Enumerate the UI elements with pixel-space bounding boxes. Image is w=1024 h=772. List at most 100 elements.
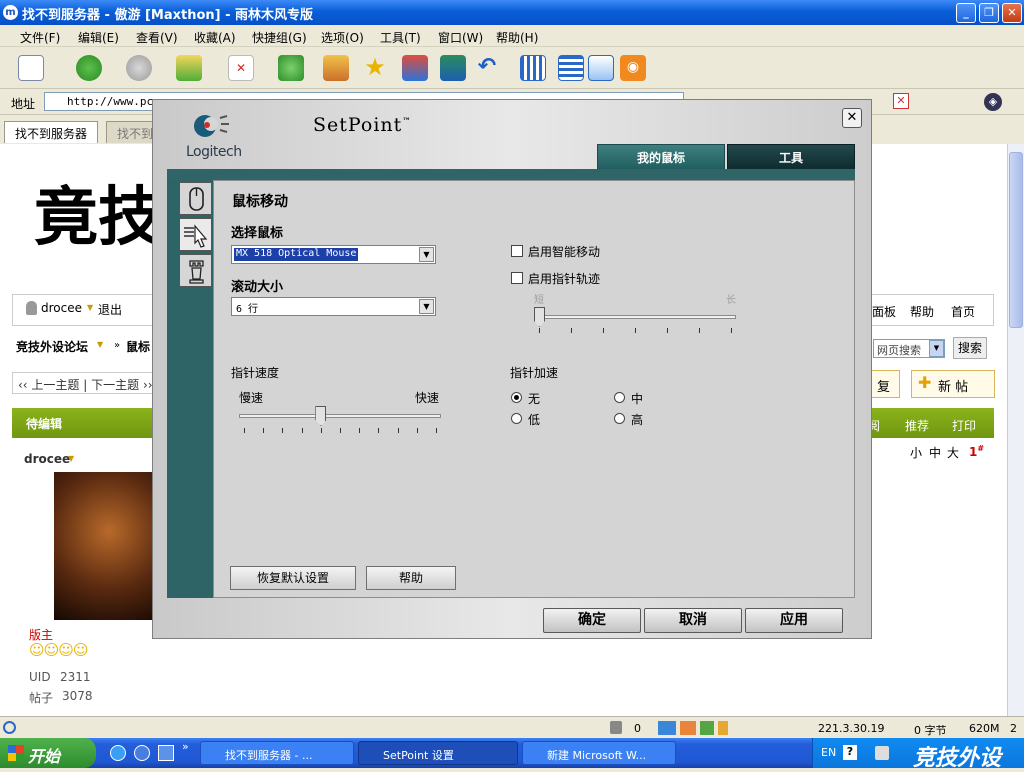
chevron-down-icon[interactable]: ▼ [929, 340, 944, 357]
task-word[interactable]: 新建 Microsoft W... [522, 741, 676, 765]
trash-icon[interactable] [610, 721, 622, 734]
pointer-movement-icon[interactable] [179, 218, 212, 251]
menu-edit[interactable]: 编辑(E) [78, 29, 119, 46]
ie-quicklaunch-icon[interactable] [110, 745, 126, 761]
list-view-icon[interactable] [558, 55, 584, 81]
scrollbar-thumb[interactable] [1009, 152, 1023, 328]
menu-tools[interactable]: 工具(T) [380, 29, 421, 46]
cancel-button[interactable]: 取消 [644, 608, 742, 633]
window-title: 找不到服务器 - 傲游 [Maxthon] - 雨林木风专版 [22, 8, 314, 23]
menu-window[interactable]: 窗口(W) [438, 29, 483, 46]
select-mouse-value: MX 518 Optical Mouse [234, 248, 359, 261]
panel-help-button[interactable]: 帮助 [366, 566, 456, 590]
stop-icon[interactable]: ✕ [228, 55, 254, 81]
columns-icon[interactable] [520, 55, 546, 81]
menu-groups[interactable]: 快捷组(G) [252, 29, 307, 46]
page-scrollbar[interactable] [1007, 144, 1024, 716]
quicklaunch-more-icon[interactable]: » [182, 740, 189, 753]
status-tools-icons[interactable] [658, 721, 728, 735]
menu-view[interactable]: 查看(V) [136, 29, 178, 46]
logout-link[interactable]: 退出 [98, 301, 122, 318]
accel-none-label: 无 [528, 392, 541, 406]
breadcrumb-board[interactable]: 鼠标 [126, 338, 150, 355]
task-browser[interactable]: 找不到服务器 - ... [200, 741, 354, 765]
desktop-quicklaunch-icon[interactable] [158, 745, 174, 761]
tab-active[interactable]: 找不到服务器 [4, 121, 99, 143]
new-page-icon[interactable] [18, 55, 44, 81]
floor-number: 1# [969, 444, 985, 459]
accel-none-radio[interactable] [511, 392, 522, 403]
tray-app-icon[interactable] [875, 746, 889, 760]
edit-page-icon[interactable] [588, 55, 614, 81]
panel-link[interactable]: 面板 [872, 303, 896, 320]
undo-icon[interactable]: ↶ [474, 55, 500, 81]
clear-icon[interactable]: ✕ [893, 93, 909, 109]
user-menu[interactable]: drocee [41, 301, 82, 315]
font-size-small[interactable]: 小 [910, 444, 922, 461]
accel-high-radio[interactable] [614, 413, 625, 424]
smart-move-checkbox[interactable] [511, 245, 523, 257]
accel-low-label: 低 [528, 413, 541, 427]
chevron-down-icon[interactable]: ▼ [419, 247, 434, 262]
accel-low-radio[interactable] [511, 413, 522, 424]
apply-button[interactable]: 应用 [745, 608, 843, 633]
home-link[interactable]: 首页 [951, 303, 975, 320]
poster-name[interactable]: drocee [24, 452, 70, 466]
minimize-icon[interactable]: _ [956, 3, 976, 23]
mouse-icon[interactable] [179, 182, 212, 215]
slider-tick [397, 428, 399, 433]
slider-tick [539, 328, 540, 333]
pointer-speed-slider-thumb[interactable] [315, 406, 327, 426]
back-icon[interactable] [76, 55, 102, 81]
tab-tools[interactable]: 工具 [727, 144, 855, 170]
pointer-speed-slider-track[interactable] [239, 414, 441, 418]
prev-thread-link[interactable]: ‹‹ 上一主题 | 下一主题 ›› [18, 376, 153, 393]
pointer-trail-checkbox[interactable] [511, 272, 523, 284]
accel-medium-radio[interactable] [614, 392, 625, 403]
menu-help[interactable]: 帮助(H) [496, 29, 538, 46]
menu-options[interactable]: 选项(O) [321, 29, 364, 46]
screen-capture-icon[interactable] [440, 55, 466, 81]
tab-my-mouse[interactable]: 我的鼠标 [597, 144, 725, 170]
logitech-brand: Logitech [186, 144, 242, 160]
compass-icon[interactable]: ◈ [984, 93, 1002, 111]
ok-button[interactable]: 确定 [543, 608, 641, 633]
maxthon-quicklaunch-icon[interactable] [134, 745, 150, 761]
refresh-icon[interactable] [278, 55, 304, 81]
help-link[interactable]: 帮助 [910, 303, 934, 320]
select-mouse-dropdown[interactable]: MX 518 Optical Mouse ▼ [231, 245, 436, 264]
scroll-size-dropdown[interactable]: 6 行 ▼ [231, 297, 436, 316]
translate-icon[interactable] [402, 55, 428, 81]
task-setpoint[interactable]: SetPoint 设置 [358, 741, 518, 765]
search-button[interactable]: 搜索 [953, 337, 987, 359]
category-sidebar [167, 180, 213, 598]
restore-defaults-button[interactable]: 恢复默认设置 [230, 566, 356, 590]
font-size-large[interactable]: 大 [947, 444, 959, 461]
forward-icon[interactable] [126, 55, 152, 81]
setpoint-title: SetPoint™ [313, 114, 412, 136]
close-icon[interactable]: ✕ [1002, 3, 1022, 23]
language-indicator[interactable]: EN [821, 746, 836, 759]
slider-tick [416, 428, 418, 433]
menu-file[interactable]: 文件(F) [20, 29, 60, 46]
browser-title-bar[interactable]: m 找不到服务器 - 傲游 [Maxthon] - 雨林木风专版 _ ❐ ✕ [0, 0, 1024, 25]
plus-icon: ✚ [918, 373, 932, 392]
recommend-link[interactable]: 推荐 [905, 417, 929, 434]
chess-rook-icon[interactable] [179, 254, 212, 287]
breadcrumb-forum[interactable]: 竞技外设论坛 [16, 338, 88, 355]
home-icon[interactable] [323, 55, 349, 81]
chevron-down-icon[interactable]: ▼ [419, 299, 434, 314]
up-icon[interactable] [176, 55, 202, 81]
menu-favorites[interactable]: 收藏(A) [194, 29, 236, 46]
pointer-trail-slider-track[interactable] [534, 315, 736, 319]
uid-value: 2311 [60, 670, 91, 684]
rss-feed-icon[interactable]: ◉ [620, 55, 646, 81]
restore-icon[interactable]: ❐ [979, 3, 999, 23]
pointer-trail-slider-thumb[interactable] [534, 307, 545, 327]
favorites-star-icon[interactable]: ★ [362, 55, 388, 81]
help-icon[interactable]: ? [843, 745, 857, 760]
pointer-trail-label: 启用指针轨迹 [528, 272, 601, 286]
font-size-medium[interactable]: 中 [929, 444, 941, 461]
print-link[interactable]: 打印 [952, 417, 976, 434]
dialog-close-button[interactable]: ✕ [842, 108, 862, 128]
